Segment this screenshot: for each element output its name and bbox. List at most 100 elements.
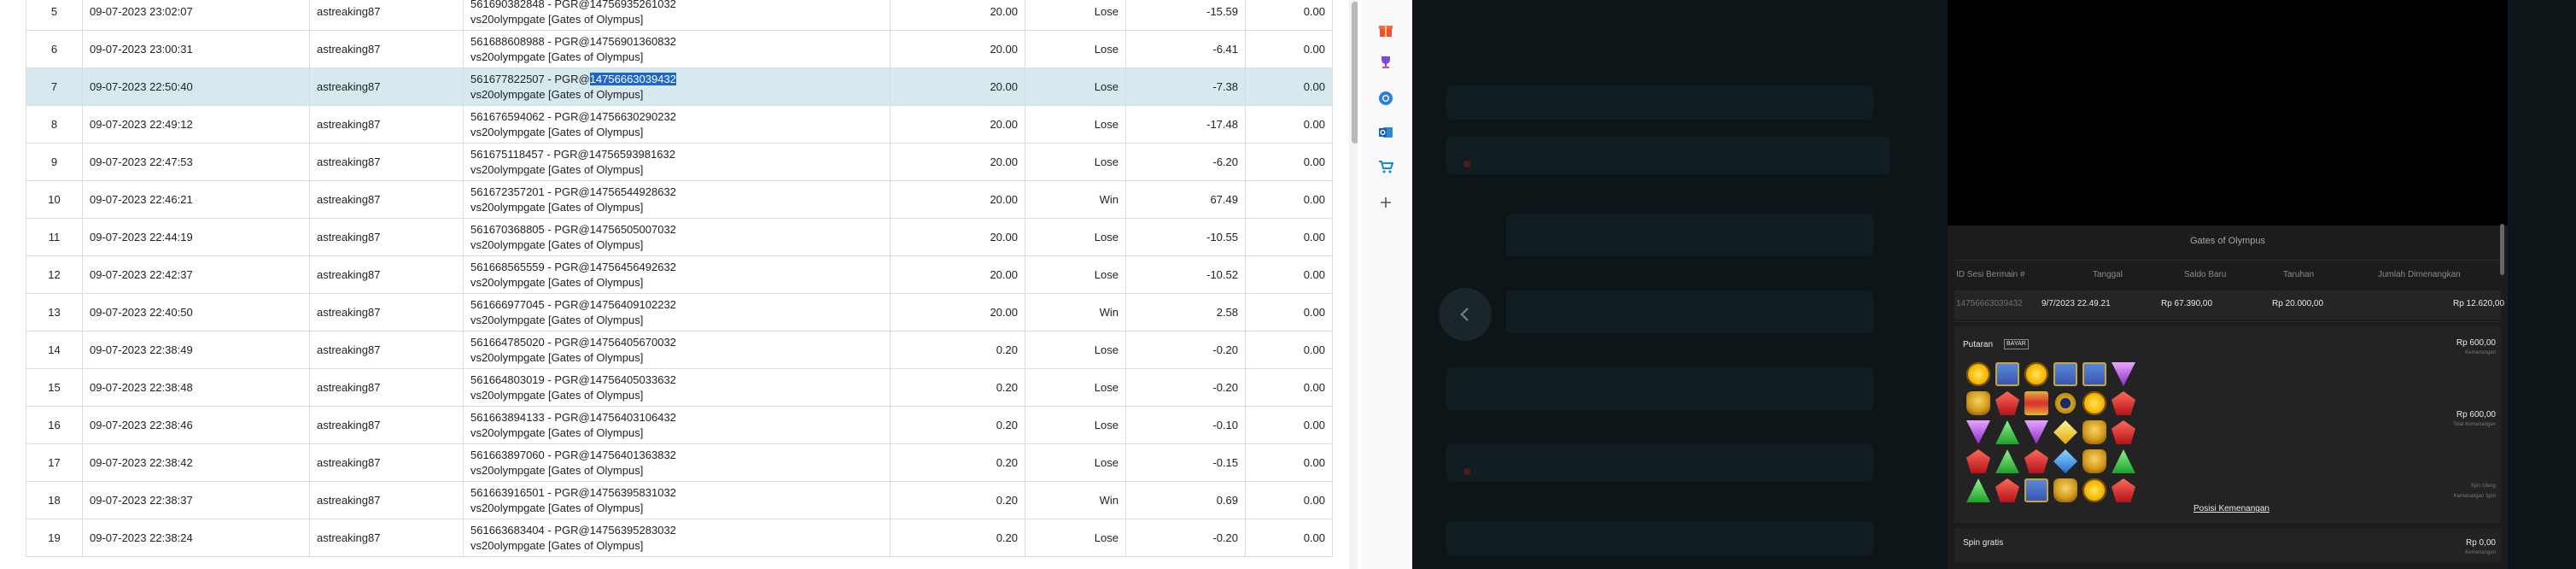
game-name: vs20olympgate [Gates of Olympus]: [470, 200, 644, 214]
row-result: Lose: [1025, 67, 1126, 106]
shopping-cart-icon[interactable]: [1373, 154, 1399, 179]
crown-symbol: [1995, 362, 2019, 386]
row-reference: 561688608988 - PGR@14756901360832 vs20oly…: [463, 30, 891, 68]
row-amount: -10.52: [1125, 255, 1246, 294]
row-user: astreaking87: [309, 481, 464, 519]
reference-id: 561664803019 - PGR@14756405033632: [470, 372, 676, 386]
table-row[interactable]: 15 09-07-2023 22:38:48 astreaking87 5616…: [26, 368, 1333, 407]
bet-history-table: 5 09-07-2023 23:02:07 astreaking87 56169…: [26, 0, 1333, 557]
row-reference: 561666977045 - PGR@14756409102232 vs20oly…: [463, 293, 891, 331]
red-symbol: [2112, 420, 2135, 444]
trophy-icon[interactable]: [1373, 50, 1399, 75]
row-reference: 561663916501 - PGR@14756395831032 vs20oly…: [463, 481, 891, 519]
row-amount: -0.20: [1125, 519, 1246, 557]
gift-icon[interactable]: [1373, 17, 1399, 43]
row-user: astreaking87: [309, 293, 464, 331]
row-extra: 0.00: [1245, 143, 1333, 181]
scrollbar-thumb[interactable]: [1352, 2, 1358, 144]
row-bet: 20.00: [890, 30, 1025, 68]
round-badge: BAYAR: [2004, 339, 2029, 349]
row-user: astreaking87: [309, 331, 464, 369]
reference-id: 561670368805 - PGR@14756505007032: [470, 222, 676, 236]
previous-button[interactable]: [1439, 288, 1492, 341]
row-amount: -6.20: [1125, 143, 1246, 181]
reference-id: 561666977045 - PGR@14756409102232: [470, 297, 676, 311]
row-amount: -7.38: [1125, 67, 1246, 106]
table-row[interactable]: 16 09-07-2023 22:38:46 astreaking87 5616…: [26, 406, 1333, 444]
blurred-row: [1506, 290, 1873, 333]
row-amount: 2.58: [1125, 293, 1246, 331]
reference-id[interactable]: 561677822507 - PGR@14756663039432: [470, 72, 883, 87]
row-amount: 67.49: [1125, 180, 1246, 219]
table-row[interactable]: 8 09-07-2023 22:49:12 astreaking87 56167…: [26, 105, 1333, 144]
history-row[interactable]: [1954, 290, 2501, 320]
game-name: vs20olympgate [Gates of Olympus]: [470, 463, 644, 477]
blurred-row: [1446, 85, 1873, 120]
row-number: 11: [26, 218, 83, 256]
blue-symbol: [2053, 449, 2077, 473]
row-number: 13: [26, 293, 83, 331]
row-number: 14: [26, 331, 83, 369]
table-row[interactable]: 11 09-07-2023 22:44:19 astreaking87 5616…: [26, 218, 1333, 256]
table-row[interactable]: 6 09-07-2023 23:00:31 astreaking87 56168…: [26, 30, 1333, 68]
row-reference[interactable]: 561677822507 - PGR@14756663039432 vs20oly…: [463, 67, 891, 106]
game-name: vs20olympgate [Gates of Olympus]: [470, 425, 644, 439]
row-amount: -0.15: [1125, 443, 1246, 482]
row-result: Lose: [1025, 30, 1126, 68]
game-name: vs20olympgate [Gates of Olympus]: [470, 538, 644, 552]
row-extra: 0.00: [1245, 0, 1333, 31]
blurred-indicator: [1463, 161, 1470, 167]
row-result: Lose: [1025, 368, 1126, 407]
divider: [1954, 260, 2501, 261]
plus-icon[interactable]: [1373, 190, 1399, 215]
chalice-symbol: [2053, 478, 2077, 502]
win-positions-link[interactable]: Posisi Kemenangan: [2193, 504, 2269, 513]
row-bet: 20.00: [890, 218, 1025, 256]
row-result: Win: [1025, 481, 1126, 519]
row-extra: 0.00: [1245, 331, 1333, 369]
row-reference: 561664785020 - PGR@14756405670032 vs20oly…: [463, 331, 891, 369]
row-user: astreaking87: [309, 443, 464, 482]
row-reference: 561690382848 - PGR@14756935261032 vs20oly…: [463, 0, 891, 31]
row-result: Lose: [1025, 255, 1126, 294]
row-amount: 0.69: [1125, 481, 1246, 519]
chrome-icon[interactable]: [1373, 85, 1399, 111]
table-row[interactable]: 5 09-07-2023 23:02:07 astreaking87 56169…: [26, 0, 1333, 31]
round-total-caption: Total Kemenangan: [2452, 422, 2496, 427]
row-reference: 561663894133 - PGR@14756403106432 vs20oly…: [463, 406, 891, 444]
respin-caption: Spin Ulang: [2470, 484, 2496, 489]
row-amount: -15.59: [1125, 0, 1246, 31]
table-row[interactable]: 14 09-07-2023 22:38:49 astreaking87 5616…: [26, 331, 1333, 369]
table-row[interactable]: 17 09-07-2023 22:38:42 astreaking87 5616…: [26, 443, 1333, 482]
table-row[interactable]: 9 09-07-2023 22:47:53 astreaking87 56167…: [26, 143, 1333, 181]
game-name: vs20olympgate [Gates of Olympus]: [470, 12, 644, 26]
reference-id: 561663894133 - PGR@14756403106432: [470, 410, 676, 424]
table-row[interactable]: 12 09-07-2023 22:42:37 astreaking87 5616…: [26, 255, 1333, 294]
row-result: Lose: [1025, 443, 1126, 482]
respin-win-caption: Kemenangan Spin: [2453, 494, 2496, 499]
row-result: Lose: [1025, 0, 1126, 31]
history-scrollbar[interactable]: [2500, 224, 2504, 275]
row-date: 09-07-2023 22:46:21: [82, 180, 310, 219]
row-result: Lose: [1025, 519, 1126, 557]
table-row[interactable]: 13 09-07-2023 22:40:50 astreaking87 5616…: [26, 293, 1333, 331]
col-new-balance: Saldo Baru: [2184, 270, 2227, 279]
table-row[interactable]: 19 09-07-2023 22:38:24 astreaking87 5616…: [26, 519, 1333, 557]
row-reference: 561663897060 - PGR@14756401363832 vs20oly…: [463, 443, 891, 482]
reference-id: 561668565559 - PGR@14756456492632: [470, 260, 676, 273]
selected-text-highlight[interactable]: 14756663039432: [589, 72, 676, 85]
chalice-symbol: [1966, 391, 1990, 415]
page-scrollbar[interactable]: [1349, 0, 1358, 569]
col-bet: Taruhan: [2283, 270, 2315, 279]
outlook-icon[interactable]: [1373, 120, 1399, 145]
table-row[interactable]: 10 09-07-2023 22:46:21 astreaking87 5616…: [26, 180, 1333, 219]
reference-id: 561663897060 - PGR@14756401363832: [470, 448, 676, 461]
table-row-selected[interactable]: 7 09-07-2023 22:50:40 astreaking87 56167…: [26, 67, 1333, 106]
table-row[interactable]: 18 09-07-2023 22:38:37 astreaking87 5616…: [26, 481, 1333, 519]
row-number: 5: [26, 0, 83, 31]
free-spins-label: Spin gratis: [1963, 538, 2004, 548]
row-date: 09-07-2023 22:49:12: [82, 105, 310, 144]
row-user: astreaking87: [309, 143, 464, 181]
session-id: 14756663039432: [1956, 299, 2023, 308]
game-name: vs20olympgate [Gates of Olympus]: [470, 162, 644, 176]
